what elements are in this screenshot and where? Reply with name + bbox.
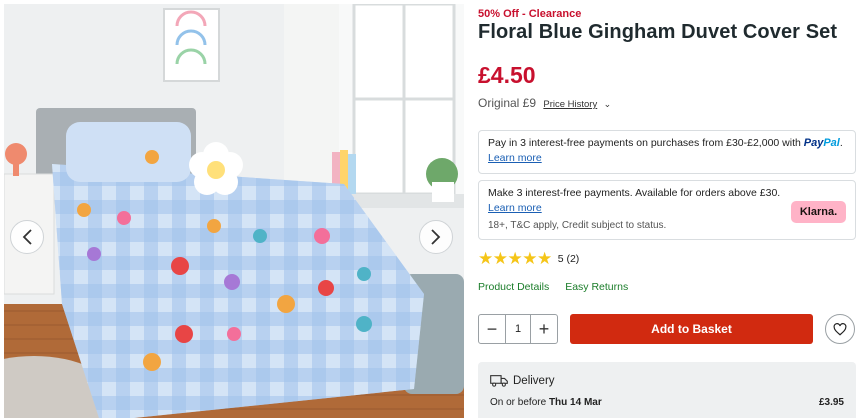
- product-details-link[interactable]: Product Details: [478, 281, 549, 293]
- easy-returns-link[interactable]: Easy Returns: [565, 281, 628, 293]
- quantity-stepper: − 1 +: [478, 314, 558, 344]
- delivery-date: Thu 14 Mar: [548, 397, 602, 408]
- paypal-logo: PayPal: [803, 137, 840, 149]
- klarna-logo: Klarna.: [791, 201, 846, 223]
- delivery-title: Delivery: [513, 374, 555, 387]
- quantity-value[interactable]: 1: [505, 315, 531, 343]
- add-to-basket-button[interactable]: Add to Basket: [570, 314, 813, 344]
- chevron-down-icon[interactable]: ⌄: [604, 99, 612, 109]
- previous-image-button[interactable]: [10, 220, 44, 254]
- heart-icon: [833, 322, 847, 336]
- wishlist-button[interactable]: [825, 314, 855, 344]
- star-rating-icon: ★★★★★: [478, 249, 552, 268]
- paypal-text: Pay in 3 interest-free payments on purch…: [488, 137, 801, 149]
- next-image-button[interactable]: [419, 220, 453, 254]
- klarna-learn-more-link[interactable]: Learn more: [488, 202, 542, 214]
- price-history-link[interactable]: Price History: [543, 99, 597, 110]
- product-image-gallery: [4, 4, 464, 418]
- decrease-quantity-button[interactable]: −: [479, 315, 505, 343]
- original-price-row: Original £9 Price History ⌄: [478, 96, 611, 110]
- delivery-header: Delivery: [490, 374, 844, 387]
- promo-label: 50% Off - Clearance: [478, 8, 582, 20]
- product-photo: [4, 4, 464, 418]
- paypal-learn-more-link[interactable]: Learn more: [488, 152, 542, 164]
- delivery-date-prefix: On or before: [490, 397, 547, 408]
- increase-quantity-button[interactable]: +: [531, 315, 557, 343]
- delivery-panel: Delivery On or before Thu 14 Mar £3.95: [478, 362, 856, 418]
- truck-icon: [490, 375, 508, 387]
- klarna-box: Make 3 interest-free payments. Available…: [478, 180, 856, 240]
- chevron-left-icon: [22, 229, 32, 245]
- rating-count: 5 (2): [557, 253, 580, 265]
- delivery-option: On or before Thu 14 Mar £3.95: [490, 397, 844, 408]
- delivery-price: £3.95: [818, 397, 844, 408]
- rating-row[interactable]: ★★★★★ 5 (2): [478, 249, 579, 269]
- product-title: Floral Blue Gingham Duvet Cover Set: [478, 21, 838, 43]
- klarna-text: Make 3 interest-free payments. Available…: [488, 187, 781, 199]
- paypal-box: Pay in 3 interest-free payments on purch…: [478, 130, 856, 174]
- current-price: £4.50: [478, 62, 536, 88]
- product-info: 50% Off - Clearance Floral Blue Gingham …: [478, 0, 858, 418]
- chevron-right-icon: [431, 229, 441, 245]
- info-links: Product Details Easy Returns: [478, 281, 628, 293]
- original-price: Original £9: [478, 96, 537, 110]
